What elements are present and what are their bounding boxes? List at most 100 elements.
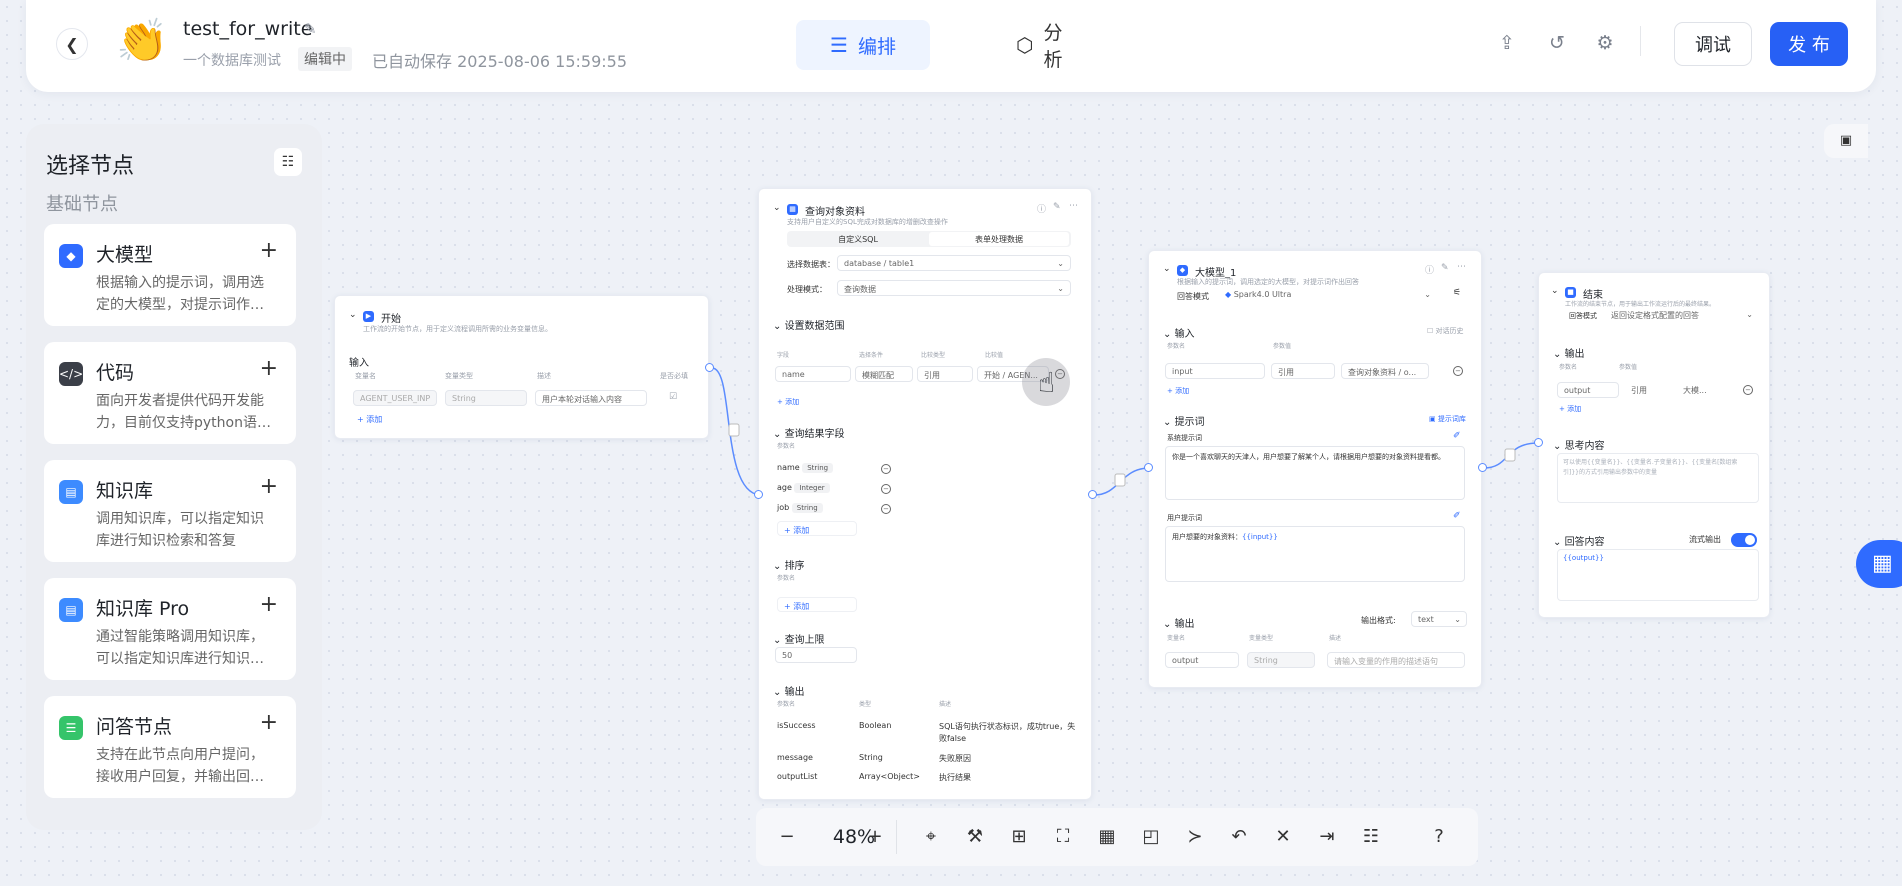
more-icon[interactable]: ⋯ — [1069, 201, 1078, 211]
layout-icon[interactable]: ▦ — [1092, 822, 1122, 852]
remove-icon[interactable]: − — [881, 504, 891, 514]
model-label: 回答模式 — [1177, 292, 1209, 301]
toolbar-divider — [896, 820, 897, 854]
field-select[interactable]: name — [775, 366, 851, 382]
answer-content-textarea[interactable]: {{output}} — [1557, 549, 1759, 601]
add-output-button[interactable]: + 添加 — [1559, 404, 1581, 414]
magic-wand-icon[interactable]: ✐ — [1453, 431, 1461, 441]
answer-mode-select[interactable]: 返回设定格式配置的回答 ⌄ — [1605, 307, 1757, 322]
system-prompt-textarea[interactable]: 你是一个喜欢聊天的天津人，用户想要了解某个人，请根据用户想要的对象资料提看都。 — [1165, 446, 1465, 500]
end-input-handle[interactable] — [1534, 438, 1543, 447]
db-query-node[interactable]: ⌄ ▦ 查询对象资料 ⓘ ✎ ⋯ 支持用户自定义的SQL完成对数据库的增删改查操… — [758, 188, 1092, 800]
output-name-input[interactable]: output — [1557, 382, 1619, 398]
db-input-handle[interactable] — [754, 490, 763, 499]
output-name: isSuccess — [777, 721, 816, 730]
col-header: 参数名 — [777, 443, 796, 450]
output-type-select[interactable]: 引用 — [1625, 382, 1673, 398]
var-name-input[interactable]: AGENT_USER_INP — [353, 390, 437, 406]
prompt-library-link[interactable]: ▣ 提示词库 — [1429, 414, 1466, 424]
limit-section: ⌄ 查询上限 — [773, 635, 825, 646]
col-header: 变量名 — [355, 372, 376, 380]
node-desc: 支持用户自定义的SQL完成对数据库的增删改查操作 — [787, 218, 948, 226]
broom-icon[interactable]: ⚒ — [960, 822, 990, 852]
output-name: outputList — [777, 772, 818, 781]
output-name-input[interactable]: output — [1165, 652, 1239, 668]
history-toggle[interactable]: ☐ 对话历史 — [1427, 326, 1464, 336]
tab-custom-sql[interactable]: 自定义SQL — [787, 234, 929, 245]
condition-select[interactable]: 模糊匹配 — [855, 366, 913, 382]
connector-icon[interactable]: ≻ — [1180, 822, 1210, 852]
add-note-icon[interactable]: ⊞ — [1004, 822, 1034, 852]
remove-icon[interactable]: − — [1743, 385, 1753, 395]
output-value-select[interactable]: 大模... — [1677, 382, 1723, 398]
collapse-icon[interactable]: ⌄ — [1551, 286, 1559, 296]
end-icon: ■ — [1565, 287, 1576, 298]
db-output-handle[interactable] — [1088, 490, 1097, 499]
start-node[interactable]: ⌄ ▶ 开始 工作流的开始节点，用于定义流程调用所需的业务变量信息。 输入 变量… — [334, 295, 709, 439]
edit-icon[interactable]: ✎ — [1441, 263, 1449, 273]
mode-label: 处理模式： — [787, 285, 827, 294]
collapse-icon[interactable]: ⌄ — [773, 203, 781, 213]
info-icon[interactable]: ⓘ — [1425, 263, 1434, 276]
help-icon[interactable]: ? — [1424, 822, 1454, 852]
result-field-row: age Integer — [777, 483, 830, 493]
panel-toggle-icon[interactable]: ▣ — [1824, 124, 1868, 158]
col-header: 参数名 — [1559, 364, 1578, 371]
edit-icon[interactable]: ✎ — [1053, 202, 1061, 212]
add-condition-button[interactable]: + 添加 — [777, 397, 799, 407]
info-icon[interactable]: ⓘ — [1037, 202, 1046, 215]
comment-icon[interactable]: ☷ — [1356, 822, 1386, 852]
llm-input-handle[interactable] — [1144, 463, 1153, 472]
compare-type-select[interactable]: 引用 — [917, 366, 973, 382]
mode-label: 回答模式 — [1569, 312, 1597, 320]
sort-section: ⌄ 排序 — [773, 561, 805, 572]
undo-icon[interactable]: ↶ — [1224, 822, 1254, 852]
user-prompt-textarea[interactable]: 用户想要的对象资料：{{input}} — [1165, 526, 1465, 582]
collapse-icon[interactable]: ⌄ — [349, 310, 357, 320]
add-sort-select[interactable]: + 添加 — [777, 597, 857, 612]
zoom-out-icon[interactable]: − — [772, 822, 802, 852]
zoom-in-icon[interactable]: + — [860, 822, 890, 852]
edge-add-icon — [1114, 473, 1126, 487]
required-checkbox[interactable]: ☑ — [669, 392, 677, 402]
var-desc-input[interactable]: 用户本轮对话输入内容 — [535, 390, 647, 406]
param-type-select[interactable]: 引用 — [1271, 363, 1335, 379]
model-select[interactable]: ◆ Spark4.0 Ultra ⌄ — [1219, 287, 1437, 303]
limit-input[interactable]: 50 — [775, 647, 857, 663]
model-settings-icon[interactable]: ⚟ — [1453, 288, 1461, 298]
param-name-input[interactable]: input — [1165, 363, 1265, 379]
param-value-select[interactable]: 查询对象资料 / o... — [1341, 363, 1429, 379]
export-icon[interactable]: ⇥ — [1312, 822, 1342, 852]
llm-node[interactable]: ⌄ ◆ 大模型_1 ⓘ ✎ ⋯ 根据输入的提示词，调用选定的大模型，对提示词作出… — [1148, 250, 1482, 688]
stream-output-toggle[interactable] — [1731, 533, 1757, 547]
end-node[interactable]: ⌄ ■ 结束 工作流的结束节点，用于输出工作流运行后的最终结果。 回答模式 返回… — [1538, 272, 1770, 618]
output-desc-input[interactable]: 请输入变量的作用的描述语句 — [1327, 652, 1465, 668]
remove-icon[interactable]: − — [881, 464, 891, 474]
magic-wand-icon[interactable]: ✐ — [1453, 511, 1461, 521]
qrcode-icon[interactable]: ▦ — [1856, 540, 1902, 588]
remove-icon[interactable]: − — [1453, 366, 1463, 376]
collapse-icon[interactable]: ✕ — [1268, 822, 1298, 852]
col-header: 变量类型 — [445, 372, 473, 380]
minimap-icon[interactable]: ◰ — [1136, 822, 1166, 852]
var-type-select[interactable]: String — [445, 390, 527, 406]
output-type-select[interactable]: String — [1247, 652, 1315, 668]
more-icon[interactable]: ⋯ — [1457, 262, 1466, 272]
format-select[interactable]: text ⌄ — [1411, 611, 1467, 627]
remove-icon[interactable]: − — [881, 484, 891, 494]
col-header: 描述 — [537, 372, 551, 380]
collapse-icon[interactable]: ⌄ — [1163, 264, 1171, 274]
think-content-textarea[interactable]: 可以使用{{变量名}}、{{变量名.子变量名}}、{{变量名[数组索引]}}的方… — [1557, 453, 1759, 503]
output-section: ⌄ 输出 — [773, 687, 805, 698]
output-desc: 执行结果 — [939, 773, 971, 782]
mode-select[interactable]: 查询数据 ⌄ — [837, 280, 1071, 296]
db-select[interactable]: database / table1 ⌄ — [837, 255, 1071, 271]
locate-icon[interactable]: ⌖ — [916, 822, 946, 852]
add-result-field-select[interactable]: + 添加 — [777, 521, 857, 536]
start-output-handle[interactable] — [705, 363, 714, 372]
add-input-button[interactable]: + 添加 — [357, 414, 382, 425]
col-header: 参数名 — [1167, 343, 1186, 350]
llm-output-handle[interactable] — [1478, 463, 1487, 472]
add-input-button[interactable]: + 添加 — [1167, 386, 1189, 396]
fit-view-icon[interactable]: ⛶ — [1048, 822, 1078, 852]
